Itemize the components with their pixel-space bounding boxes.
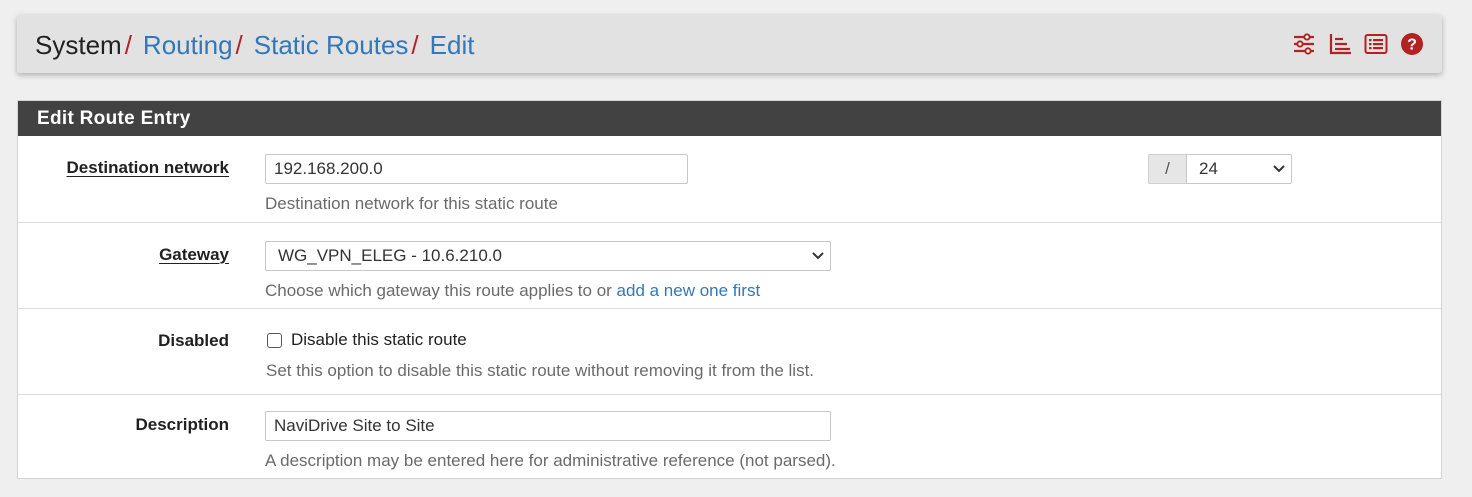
chevron-down-icon	[812, 252, 824, 260]
help-icon[interactable]: ?	[1400, 32, 1424, 56]
breadcrumb-separator: /	[235, 30, 243, 60]
destination-network-input[interactable]: 192.168.200.0	[265, 154, 688, 184]
breadcrumb-separator: /	[411, 30, 419, 60]
add-gateway-link[interactable]: add a new one first	[617, 281, 761, 300]
page-header: System/Routing/Static Routes/Edit	[17, 15, 1442, 73]
description-row: Description NaviDrive Site to Site A des…	[18, 395, 1441, 479]
disabled-row: Disabled Disable this static route Set t…	[18, 309, 1441, 395]
breadcrumb-static-routes[interactable]: Static Routes	[254, 30, 409, 60]
description-input[interactable]: NaviDrive Site to Site	[265, 411, 831, 441]
breadcrumb-routing[interactable]: Routing	[143, 30, 233, 60]
destination-network-help: Destination network for this static rout…	[265, 194, 558, 213]
gateway-label: Gateway	[159, 245, 229, 264]
edit-route-panel: Edit Route Entry Destination network 192…	[17, 100, 1442, 479]
gateway-help: Choose which gateway this route applies …	[265, 281, 760, 301]
breadcrumb-separator: /	[124, 30, 132, 60]
destination-network-label: Destination network	[66, 158, 229, 177]
disabled-help: Set this option to disable this static r…	[266, 361, 815, 380]
breadcrumb: System / Routing / Static Routes / Edit	[35, 29, 474, 61]
disable-route-checkbox[interactable]	[267, 333, 282, 348]
header-icons: ?	[1292, 32, 1424, 56]
chevron-down-icon	[1273, 165, 1285, 173]
description-help: A description may be entered here for ad…	[265, 451, 836, 470]
svg-text:?: ?	[1407, 37, 1417, 54]
disable-route-checkbox-label[interactable]: Disable this static route	[291, 330, 467, 350]
cidr-mask-value: 24	[1199, 159, 1218, 178]
gateway-row: Gateway WG_VPN_ELEG - 10.6.210.0 Choose …	[18, 223, 1441, 309]
breadcrumb-edit[interactable]: Edit	[430, 30, 475, 60]
destination-network-row: Destination network 192.168.200.0 Destin…	[18, 136, 1441, 223]
description-label: Description	[135, 415, 229, 434]
cidr-slash-addon: /	[1148, 154, 1186, 184]
disabled-label: Disabled	[158, 331, 229, 350]
list-icon[interactable]	[1364, 32, 1388, 56]
cidr-mask-select[interactable]: 24	[1186, 154, 1292, 184]
gateway-help-text: Choose which gateway this route applies …	[265, 281, 612, 300]
bar-chart-icon[interactable]	[1328, 32, 1352, 56]
breadcrumb-system: System	[35, 30, 122, 60]
panel-title: Edit Route Entry	[18, 101, 1441, 136]
gateway-value: WG_VPN_ELEG - 10.6.210.0	[278, 246, 502, 265]
gateway-select[interactable]: WG_VPN_ELEG - 10.6.210.0	[265, 241, 831, 271]
sliders-icon[interactable]	[1292, 32, 1316, 56]
